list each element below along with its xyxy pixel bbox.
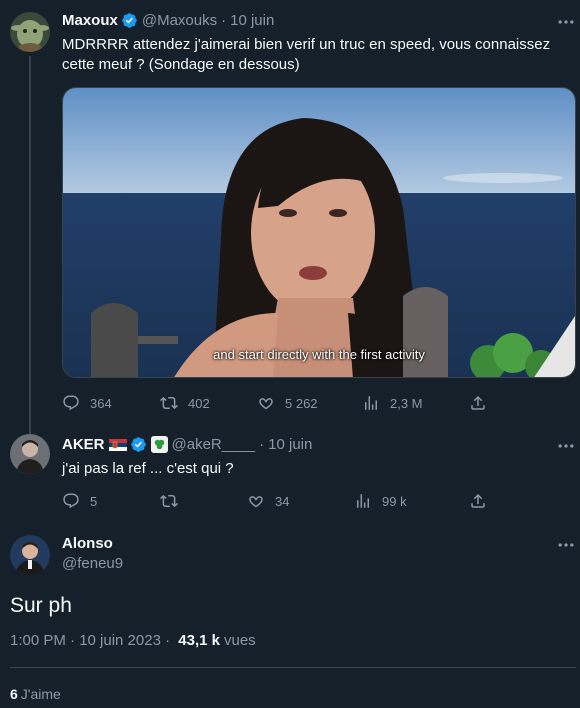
avatar[interactable]	[10, 535, 50, 575]
tweet-aker[interactable]: AKER @akeR____ · 10 juin j'ai pas la ref…	[0, 424, 580, 524]
retweet-button[interactable]	[160, 491, 188, 511]
tweet-text-line: MDRRRR attendez j'aimerai bien verif un …	[62, 36, 551, 53]
tweet-text: j'ai pas la ref ... c'est qui ?	[62, 460, 234, 477]
video-player[interactable]: and start directly with the first activi…	[62, 87, 576, 378]
reply-count: 5	[90, 493, 98, 509]
tweet-meta: 1:00 PM · 10 juin 2023 · 43,1 k vues	[10, 632, 256, 649]
reply-icon	[63, 395, 79, 411]
reply-button[interactable]: 364	[62, 393, 112, 413]
author-handle[interactable]: @feneu9	[62, 555, 123, 572]
view-count: 99 k	[382, 493, 407, 509]
verified-badge-icon	[122, 13, 137, 28]
tweet-text-line: cette meuf ? (Sondage en dessous)	[62, 56, 300, 73]
video-frame	[63, 88, 575, 377]
views-button[interactable]: 2,3 M	[362, 393, 423, 413]
likes-label: J'aime	[20, 686, 61, 702]
views-label: vues	[223, 632, 256, 649]
author-handle[interactable]: @Maxouks	[142, 12, 217, 29]
share-icon	[471, 395, 485, 410]
heart-icon	[249, 496, 263, 508]
share-button[interactable]	[469, 393, 497, 413]
like-count: 5 262	[285, 395, 318, 411]
avatar[interactable]	[10, 12, 50, 52]
like-button[interactable]: 5 262	[257, 393, 318, 413]
like-count: 34	[275, 493, 290, 509]
more-options-icon[interactable]	[556, 535, 576, 555]
tweet-date[interactable]: 10 juin	[230, 12, 274, 29]
author-name[interactable]: Maxoux	[62, 12, 118, 29]
tweet-header: AKER @akeR____ · 10 juin	[62, 436, 312, 453]
retweet-icon	[160, 494, 178, 508]
likes-count: 6	[10, 686, 18, 702]
tweet-text: MDRRRR attendez j'aimerai bien verif un …	[62, 35, 574, 75]
tweet-timestamp[interactable]: 1:00 PM · 10 juin 2023 ·	[10, 632, 174, 649]
share-icon	[471, 493, 485, 508]
author-name[interactable]: AKER	[62, 436, 105, 453]
more-options-icon[interactable]	[556, 12, 576, 32]
author-handle[interactable]: @akeR____	[172, 436, 256, 453]
like-button[interactable]: 34	[247, 491, 289, 511]
clover-emoji-icon	[150, 436, 168, 453]
separator-dot: ·	[259, 436, 265, 453]
share-button[interactable]	[469, 491, 497, 511]
views-button[interactable]: 99 k	[354, 491, 407, 511]
reply-button[interactable]: 5	[62, 491, 97, 511]
author-name[interactable]: Alonso	[62, 535, 113, 552]
heart-icon	[259, 398, 273, 410]
likes-summary[interactable]: 6 J'aime	[10, 686, 61, 702]
serbia-flag-icon	[108, 438, 127, 451]
retweet-count: 402	[188, 395, 210, 411]
reply-icon	[63, 493, 79, 509]
separator-dot: ·	[221, 12, 227, 29]
views-count: 43,1 k	[178, 632, 220, 649]
tweet-header: Maxoux @Maxouks · 10 juin	[62, 12, 274, 29]
retweet-button[interactable]: 402	[160, 393, 210, 413]
verified-badge-icon	[130, 437, 146, 452]
analytics-icon	[357, 494, 369, 508]
view-count: 2,3 M	[390, 395, 423, 411]
tweet-maxoux[interactable]: Maxoux @Maxouks · 10 juin MDRRRR attende…	[0, 0, 580, 434]
video-caption: and start directly with the first activi…	[213, 347, 425, 362]
thread-line	[29, 56, 31, 434]
analytics-icon	[365, 396, 377, 410]
tweet-date[interactable]: 10 juin	[268, 436, 312, 453]
divider	[10, 667, 576, 668]
tweet-text: Sur ph	[10, 594, 72, 617]
reply-count: 364	[90, 395, 112, 411]
avatar[interactable]	[10, 434, 50, 474]
more-options-icon[interactable]	[556, 436, 576, 456]
retweet-icon	[160, 396, 178, 410]
